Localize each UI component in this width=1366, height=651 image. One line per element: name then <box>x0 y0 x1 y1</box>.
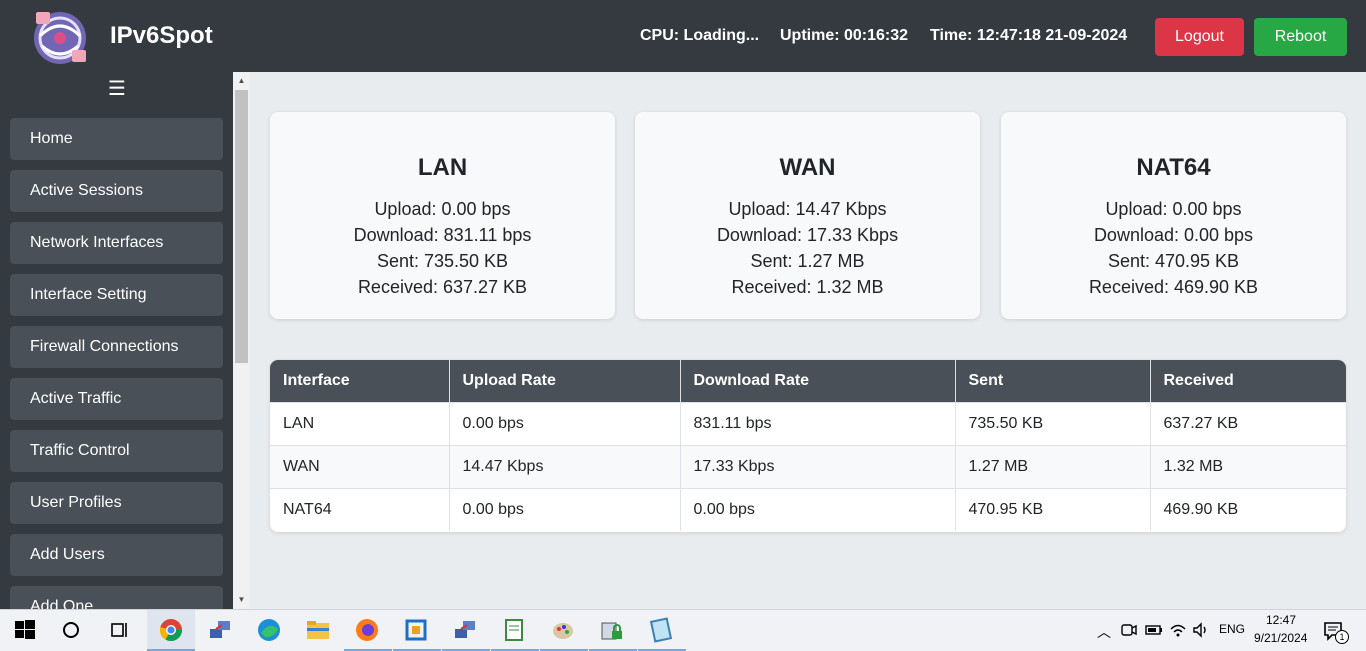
table-cell: 17.33 Kbps <box>680 444 956 488</box>
task-view-icon[interactable] <box>107 617 133 643</box>
ipv6spot-logo-icon <box>34 12 86 64</box>
file-explorer-icon[interactable] <box>305 617 331 643</box>
lan-card: LAN Upload: 0.00 bps Download: 831.11 bp… <box>270 112 615 319</box>
edge-icon[interactable] <box>256 617 282 643</box>
table-cell: 1.27 MB <box>955 444 1151 488</box>
card-download: Download: 831.11 bps <box>353 225 532 245</box>
card-received: Received: 469.90 KB <box>1088 277 1259 297</box>
card-upload: Upload: 14.47 Kbps <box>728 199 887 219</box>
top-header: IPv6Spot CPU: Loading... Uptime: 00:16:3… <box>0 0 1366 72</box>
table-cell: 637.27 KB <box>1150 401 1346 445</box>
table-cell: 469.90 KB <box>1150 487 1346 531</box>
table-cell: 831.11 bps <box>680 401 956 445</box>
table-cell: 0.00 bps <box>449 401 681 445</box>
chrome-icon[interactable] <box>158 617 184 643</box>
scroll-down-icon[interactable]: ▼ <box>233 593 250 607</box>
card-received: Received: 1.32 MB <box>731 277 884 297</box>
lock-app-icon[interactable] <box>599 617 625 643</box>
table-cell: 1.32 MB <box>1150 444 1346 488</box>
table-cell: WAN <box>270 444 450 488</box>
column-header: Interface <box>270 360 450 402</box>
logout-button[interactable]: Logout <box>1155 18 1244 56</box>
brand-title: IPv6Spot <box>110 22 213 49</box>
table-row: NAT64 0.00 bps 0.00 bps 470.95 KB 469.90… <box>270 487 1346 531</box>
column-header: Received <box>1150 360 1346 402</box>
column-header: Upload Rate <box>449 360 681 402</box>
windows-taskbar: ︿ ENG 12:47 9/21/2024 1 <box>0 609 1366 651</box>
card-sent: Sent: 470.95 KB <box>1107 251 1240 271</box>
sidebar-item-add-one[interactable]: Add One <box>10 586 223 609</box>
sidebar-item-firewall-connections[interactable]: Firewall Connections <box>10 326 223 368</box>
reboot-button[interactable]: Reboot <box>1254 18 1347 56</box>
table-cell: 735.50 KB <box>955 401 1151 445</box>
table-row: LAN 0.00 bps 831.11 bps 735.50 KB 637.27… <box>270 401 1346 445</box>
column-header: Sent <box>955 360 1151 402</box>
network-app-icon[interactable] <box>452 617 478 643</box>
scroll-up-icon[interactable]: ▲ <box>233 74 250 88</box>
search-icon[interactable] <box>58 617 84 643</box>
virtualbox-icon[interactable] <box>403 617 429 643</box>
sidebar-scrollbar[interactable]: ▲ ▼ <box>233 72 250 609</box>
table-cell: 0.00 bps <box>449 487 681 531</box>
table-cell: 470.95 KB <box>955 487 1151 531</box>
notepad-icon[interactable] <box>648 617 674 643</box>
sidebar-item-add-users[interactable]: Add Users <box>10 534 223 576</box>
nat64-card: NAT64 Upload: 0.00 bps Download: 0.00 bp… <box>1001 112 1346 319</box>
card-upload: Upload: 0.00 bps <box>1105 199 1242 219</box>
windows-start-icon[interactable] <box>12 617 38 643</box>
language-indicator[interactable]: ENG <box>1219 622 1245 636</box>
table-cell: LAN <box>270 401 450 445</box>
sidebar-item-active-sessions[interactable]: Active Sessions <box>10 170 223 212</box>
menu-toggle-icon[interactable]: ☰ <box>108 76 126 101</box>
sidebar-item-interface-setting[interactable]: Interface Setting <box>10 274 223 316</box>
firefox-icon[interactable] <box>354 617 380 643</box>
table-cell: 14.47 Kbps <box>449 444 681 488</box>
traffic-table: Interface Upload Rate Download Rate Sent… <box>270 360 1346 532</box>
column-header: Download Rate <box>680 360 956 402</box>
uptime-status: Uptime: 00:16:32 <box>780 27 909 44</box>
card-sent: Sent: 735.50 KB <box>376 251 509 271</box>
tray-clock-time[interactable]: 12:47 <box>1266 613 1296 627</box>
meet-now-icon[interactable] <box>1119 620 1139 640</box>
notification-count-badge: 1 <box>1335 630 1349 644</box>
tray-clock-date[interactable]: 9/21/2024 <box>1254 631 1307 645</box>
tray-chevron-up-icon[interactable]: ︿ <box>1097 622 1111 642</box>
card-title: LAN <box>417 154 468 181</box>
volume-icon[interactable] <box>1191 620 1211 640</box>
sidebar: ☰ Home Active Sessions Network Interface… <box>0 72 233 609</box>
card-title: WAN <box>779 154 836 181</box>
sidebar-item-active-traffic[interactable]: Active Traffic <box>10 378 223 420</box>
sidebar-item-network-interfaces[interactable]: Network Interfaces <box>10 222 223 264</box>
paint-icon[interactable] <box>550 617 576 643</box>
time-status: Time: 12:47:18 21-09-2024 <box>930 27 1128 44</box>
wan-card: WAN Upload: 14.47 Kbps Download: 17.33 K… <box>635 112 980 319</box>
sidebar-item-home[interactable]: Home <box>10 118 223 160</box>
cpu-status: CPU: Loading... <box>640 27 760 44</box>
card-title: NAT64 <box>1136 154 1211 181</box>
wifi-icon[interactable] <box>1168 620 1188 640</box>
card-sent: Sent: 1.27 MB <box>750 251 865 271</box>
notepad-icon[interactable] <box>501 617 527 643</box>
card-received: Received: 637.27 KB <box>357 277 528 297</box>
scrollbar-thumb[interactable] <box>235 90 248 363</box>
card-download: Download: 17.33 Kbps <box>716 225 899 245</box>
network-app-icon[interactable] <box>207 617 233 643</box>
sidebar-item-user-profiles[interactable]: User Profiles <box>10 482 223 524</box>
table-cell: 0.00 bps <box>680 487 956 531</box>
table-row: WAN 14.47 Kbps 17.33 Kbps 1.27 MB 1.32 M… <box>270 444 1346 488</box>
card-download: Download: 0.00 bps <box>1093 225 1254 245</box>
battery-icon[interactable] <box>1144 620 1164 640</box>
sidebar-item-traffic-control[interactable]: Traffic Control <box>10 430 223 472</box>
card-upload: Upload: 0.00 bps <box>374 199 511 219</box>
table-header-row: Interface Upload Rate Download Rate Sent… <box>270 360 1346 402</box>
table-cell: NAT64 <box>270 487 450 531</box>
